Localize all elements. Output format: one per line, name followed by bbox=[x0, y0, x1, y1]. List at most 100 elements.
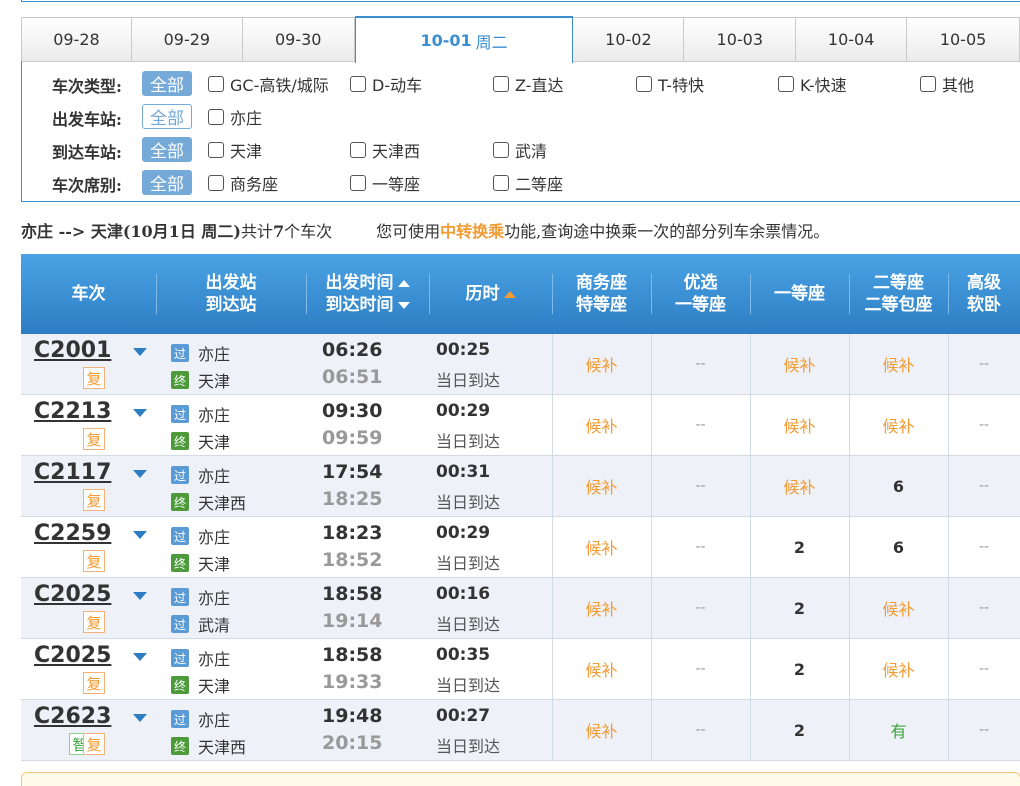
tab-date-1003[interactable]: 10-03 bbox=[684, 18, 797, 61]
checkbox[interactable] bbox=[778, 76, 794, 92]
tab-date-1002[interactable]: 10-02 bbox=[573, 18, 685, 61]
seat-second-value[interactable]: 6 bbox=[849, 456, 948, 516]
seat-second-value[interactable]: 候补 bbox=[849, 395, 948, 455]
header-duration-sort[interactable]: 历时 bbox=[429, 254, 552, 334]
seat-option-business[interactable]: 商务座 bbox=[208, 171, 278, 195]
checkbox[interactable] bbox=[350, 76, 366, 92]
arrival-day-note: 当日到达 bbox=[436, 432, 501, 451]
departure-all-button[interactable]: 全部 bbox=[142, 104, 192, 129]
seat-second-value[interactable]: 候补 bbox=[849, 639, 948, 699]
train-number-link[interactable]: C2213 bbox=[34, 399, 111, 424]
seat-option-first[interactable]: 一等座 bbox=[350, 171, 420, 195]
chevron-down-icon[interactable] bbox=[133, 409, 147, 417]
checkbox[interactable] bbox=[493, 76, 509, 92]
seat-business-value[interactable]: 候补 bbox=[552, 456, 651, 516]
option-label: 二等座 bbox=[515, 175, 564, 194]
chevron-down-icon[interactable] bbox=[133, 348, 147, 356]
pass-station-icon: 过 bbox=[171, 588, 189, 606]
query-summary: 亦庄 --> 天津(10月1日 周二)共计7个车次 您可使用中转换乘功能,查询途中… bbox=[21, 218, 829, 242]
checkbox[interactable] bbox=[208, 76, 224, 92]
checkbox[interactable] bbox=[350, 175, 366, 191]
train-type-option-t[interactable]: T-特快 bbox=[636, 72, 704, 96]
header-second: 二等座 二等包座 bbox=[849, 254, 948, 334]
checkbox[interactable] bbox=[208, 175, 224, 191]
seat-business-value[interactable]: 候补 bbox=[552, 517, 651, 577]
seat-business-value[interactable]: 候补 bbox=[552, 578, 651, 638]
arrival-time: 19:14 bbox=[322, 610, 383, 632]
train-number-link[interactable]: C2117 bbox=[34, 460, 111, 485]
arrival-day-note: 当日到达 bbox=[436, 554, 501, 573]
seat-first-value[interactable]: 候补 bbox=[750, 334, 849, 394]
checkbox[interactable] bbox=[493, 175, 509, 191]
train-number-link[interactable]: C2259 bbox=[34, 521, 111, 546]
seat-first-value[interactable]: 2 bbox=[750, 517, 849, 577]
seat-first-value[interactable]: 候补 bbox=[750, 395, 849, 455]
checkbox[interactable] bbox=[350, 142, 366, 158]
table-row: C2213 复过亦庄终天津 09:30 09:59 00:29 当日到达 候补 -- 候补 候补 -… bbox=[21, 395, 1020, 456]
chevron-down-icon[interactable] bbox=[133, 653, 147, 661]
train-number-link[interactable]: C2025 bbox=[34, 582, 111, 607]
arrival-option-wuqing[interactable]: 武清 bbox=[493, 138, 547, 162]
departure-option-yizhuang[interactable]: 亦庄 bbox=[208, 105, 262, 129]
tab-date-0928[interactable]: 09-28 bbox=[22, 18, 132, 61]
tab-date-label: 09-29 bbox=[163, 30, 211, 49]
train-number-link[interactable]: C2025 bbox=[34, 643, 111, 668]
chevron-down-icon[interactable] bbox=[133, 531, 147, 539]
seat-premium-value: -- bbox=[695, 600, 706, 616]
seat-second-value[interactable]: 候补 bbox=[849, 334, 948, 394]
tab-date-1005[interactable]: 10-05 bbox=[907, 18, 1020, 61]
filter-label: 车次类型: bbox=[52, 77, 122, 96]
arrival-time: 06:51 bbox=[322, 366, 383, 388]
chevron-down-icon[interactable] bbox=[133, 592, 147, 600]
checkbox[interactable] bbox=[920, 76, 936, 92]
train-type-all-button[interactable]: 全部 bbox=[142, 71, 192, 96]
checkbox[interactable] bbox=[636, 76, 652, 92]
train-type-option-other[interactable]: 其他 bbox=[920, 72, 974, 96]
checkbox[interactable] bbox=[493, 142, 509, 158]
seat-business-value[interactable]: 候补 bbox=[552, 334, 651, 394]
seat-business-value[interactable]: 候补 bbox=[552, 700, 651, 760]
arrival-all-button[interactable]: 全部 bbox=[142, 137, 192, 162]
seat-first-value[interactable]: 候补 bbox=[750, 456, 849, 516]
tab-date-0930[interactable]: 09-30 bbox=[242, 18, 355, 61]
train-type-option-k[interactable]: K-快速 bbox=[778, 72, 847, 96]
arrival-option-tianjinxi[interactable]: 天津西 bbox=[350, 138, 420, 162]
seat-first-value[interactable]: 2 bbox=[750, 578, 849, 638]
departure-time: 18:58 bbox=[322, 583, 383, 605]
tab-date-label: 10-04 bbox=[827, 30, 875, 49]
train-type-option-d[interactable]: D-动车 bbox=[350, 72, 422, 96]
fuxing-tag: 复 bbox=[83, 489, 105, 511]
checkbox[interactable] bbox=[208, 142, 224, 158]
count-suffix: 个车次 bbox=[284, 222, 333, 241]
departure-station: 过亦庄 bbox=[171, 585, 230, 609]
seat-second-value[interactable]: 有 bbox=[849, 700, 948, 760]
seat-first-value[interactable]: 2 bbox=[750, 639, 849, 699]
seat-second-value[interactable]: 6 bbox=[849, 517, 948, 577]
tab-date-1001-active[interactable]: 10-01 周二 bbox=[354, 16, 574, 63]
checkbox[interactable] bbox=[208, 109, 224, 125]
tab-date-0929[interactable]: 09-29 bbox=[131, 18, 243, 61]
option-label: K-快速 bbox=[800, 76, 847, 95]
seat-second-value[interactable]: 候补 bbox=[849, 578, 948, 638]
seat-class-all-button[interactable]: 全部 bbox=[142, 170, 192, 195]
train-type-option-gc[interactable]: GC-高铁/城际 bbox=[208, 72, 329, 96]
table-row: C2259 复 过亦庄终天津 18:23 18:52 00:29 当日到达 候补 -- 2 6 -- bbox=[21, 517, 1020, 578]
chevron-down-icon[interactable] bbox=[133, 470, 147, 478]
chevron-down-icon[interactable] bbox=[133, 714, 147, 722]
tab-date-1004[interactable]: 10-04 bbox=[796, 18, 908, 61]
transfer-link[interactable]: 中转换乘 bbox=[440, 222, 504, 241]
train-number-link[interactable]: C2001 bbox=[34, 338, 111, 363]
train-number-link[interactable]: C2623 bbox=[34, 704, 111, 729]
train-type-option-z[interactable]: Z-直达 bbox=[493, 72, 563, 96]
seat-option-second[interactable]: 二等座 bbox=[493, 171, 563, 195]
seat-business-value[interactable]: 候补 bbox=[552, 395, 651, 455]
seat-first-value[interactable]: 2 bbox=[750, 700, 849, 760]
header-times-sort[interactable]: 出发时间 到达时间 bbox=[306, 254, 429, 334]
seat-soft-value: -- bbox=[978, 600, 990, 616]
seat-business-value[interactable]: 候补 bbox=[552, 639, 651, 699]
arrival-station: 过武清 bbox=[171, 612, 230, 636]
duration: 00:16 bbox=[436, 584, 491, 604]
pass-station-icon: 过 bbox=[171, 710, 189, 728]
hint-prefix: 您可使用 bbox=[376, 222, 441, 241]
arrival-option-tianjin[interactable]: 天津 bbox=[208, 138, 262, 162]
